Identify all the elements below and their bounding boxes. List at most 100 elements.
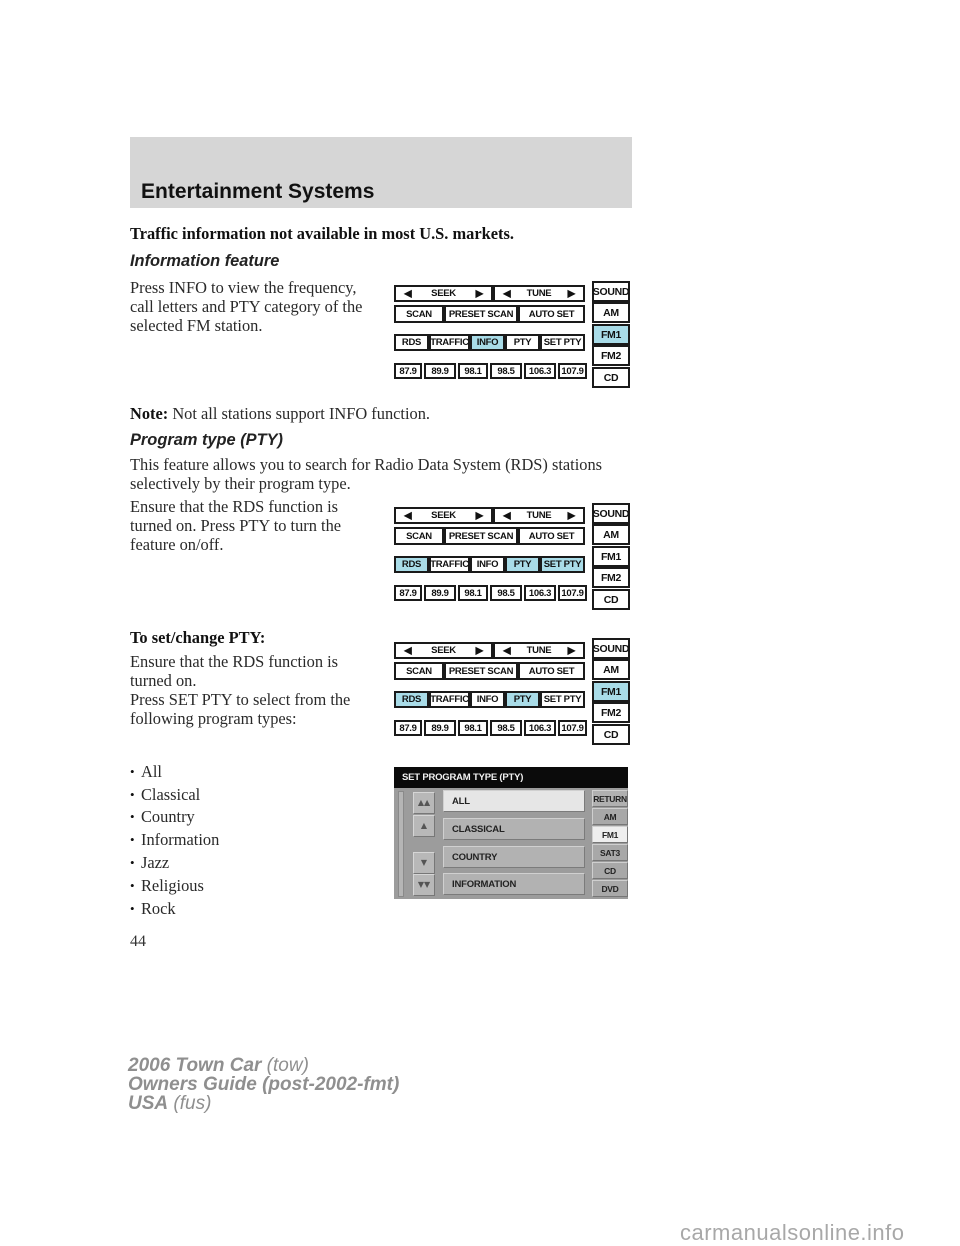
line-up-icon[interactable]: ▲ <box>413 815 435 837</box>
preset-button[interactable]: 98.5 <box>490 363 522 379</box>
arrow-left-icon[interactable]: ◀ <box>404 645 412 656</box>
preset-button[interactable]: 106.3 <box>524 363 556 379</box>
source-am-button[interactable]: AM <box>592 808 628 825</box>
rds-button[interactable]: RDS <box>394 334 429 351</box>
arrow-left-icon[interactable]: ◀ <box>404 288 412 299</box>
preset-button[interactable]: 98.5 <box>490 720 522 736</box>
source-am-button[interactable]: AM <box>592 302 630 323</box>
preset-button[interactable]: 98.1 <box>458 720 488 736</box>
source-cd-button[interactable]: CD <box>592 367 630 388</box>
preset-button[interactable]: 107.9 <box>558 720 587 736</box>
source-fm2-button[interactable]: FM2 <box>592 345 630 366</box>
traffic-button[interactable]: TRAFFIC <box>429 691 470 708</box>
arrow-left-icon[interactable]: ◀ <box>503 510 511 521</box>
page-down-icon[interactable]: ▼▼ <box>413 874 435 896</box>
preset-button[interactable]: 98.1 <box>458 585 488 601</box>
source-sound-button[interactable]: SOUND <box>592 638 630 659</box>
info-button[interactable]: INFO <box>470 691 505 708</box>
preset-button[interactable]: 106.3 <box>524 585 556 601</box>
set-pty-button[interactable]: SET PTY <box>540 556 585 573</box>
pty-button[interactable]: PTY <box>505 556 540 573</box>
preset-button-label: 98.1 <box>464 722 482 734</box>
list-item: • Rock <box>130 898 176 918</box>
preset-button[interactable]: 87.9 <box>394 720 422 736</box>
info-button[interactable]: INFO <box>470 556 505 573</box>
seek-button[interactable]: SEEK ◀ ▶ <box>394 642 493 659</box>
arrow-right-icon[interactable]: ▶ <box>568 510 576 521</box>
arrow-right-icon[interactable]: ▶ <box>476 645 484 656</box>
set-pty-button[interactable]: SET PTY <box>540 334 585 351</box>
source-fm2-button[interactable]: FM2 <box>592 702 630 723</box>
preset-scan-button[interactable]: PRESET SCAN <box>444 527 518 545</box>
bullet-icon: • <box>130 786 135 802</box>
source-fm1-button[interactable]: FM1 <box>592 681 630 702</box>
auto-set-button-label: AUTO SET <box>528 530 575 542</box>
source-dvd-button[interactable]: DVD <box>592 880 628 897</box>
source-fm2-button[interactable]: FM2 <box>592 567 630 588</box>
preset-scan-button[interactable]: PRESET SCAN <box>444 662 518 680</box>
arrow-right-icon[interactable]: ▶ <box>568 645 576 656</box>
pty-option-classical[interactable]: CLASSICAL <box>443 818 585 840</box>
preset-button[interactable]: 106.3 <box>524 720 556 736</box>
seek-button[interactable]: SEEK ◀ ▶ <box>394 507 493 524</box>
tune-button[interactable]: TUNE ◀ ▶ <box>493 507 585 524</box>
preset-button[interactable]: 87.9 <box>394 585 422 601</box>
preset-button[interactable]: 89.9 <box>424 585 456 601</box>
arrow-left-icon[interactable]: ◀ <box>503 645 511 656</box>
arrow-right-icon[interactable]: ▶ <box>568 288 576 299</box>
source-fm1-button[interactable]: FM1 <box>592 324 630 345</box>
source-fm1-button[interactable]: FM1 <box>592 546 630 567</box>
pty-option-country[interactable]: COUNTRY <box>443 846 585 868</box>
info-button[interactable]: INFO <box>470 334 505 351</box>
arrow-left-icon[interactable]: ◀ <box>503 288 511 299</box>
pty-button[interactable]: PTY <box>505 334 540 351</box>
traffic-button[interactable]: TRAFFIC <box>429 334 470 351</box>
source-cd-button[interactable]: CD <box>592 589 630 610</box>
pty-intro: This feature allows you to search for Ra… <box>130 455 603 493</box>
arrow-right-icon[interactable]: ▶ <box>476 288 484 299</box>
source-fm1-button[interactable]: FM1 <box>592 826 628 843</box>
arrow-right-icon[interactable]: ▶ <box>476 510 484 521</box>
preset-button[interactable]: 107.9 <box>558 585 587 601</box>
set-pty-button[interactable]: SET PTY <box>540 691 585 708</box>
pty-option-all[interactable]: ALL <box>443 790 585 812</box>
scan-button[interactable]: SCAN <box>394 527 444 545</box>
scan-button[interactable]: SCAN <box>394 662 444 680</box>
tune-button[interactable]: TUNE ◀ ▶ <box>493 642 585 659</box>
source-cd-button[interactable]: CD <box>592 862 628 879</box>
auto-set-button[interactable]: AUTO SET <box>518 527 585 545</box>
note-label: Note: <box>130 404 169 423</box>
preset-button-label: 89.9 <box>431 365 449 377</box>
auto-set-button[interactable]: AUTO SET <box>518 305 585 323</box>
seek-button[interactable]: SEEK ◀ ▶ <box>394 285 493 302</box>
rds-button[interactable]: RDS <box>394 691 429 708</box>
auto-set-button[interactable]: AUTO SET <box>518 662 585 680</box>
preset-button[interactable]: 89.9 <box>424 363 456 379</box>
rds-button[interactable]: RDS <box>394 556 429 573</box>
line-down-icon[interactable]: ▼ <box>413 852 435 874</box>
preset-button[interactable]: 89.9 <box>424 720 456 736</box>
list-item: • All <box>130 761 162 781</box>
scrollbar[interactable] <box>398 791 404 897</box>
preset-button[interactable]: 98.1 <box>458 363 488 379</box>
pty-button[interactable]: PTY <box>505 691 540 708</box>
tune-button[interactable]: TUNE ◀ ▶ <box>493 285 585 302</box>
preset-button[interactable]: 87.9 <box>394 363 422 379</box>
source-sound-button[interactable]: SOUND <box>592 281 630 302</box>
traffic-button[interactable]: TRAFFIC <box>429 556 470 573</box>
source-sat3-button[interactable]: SAT3 <box>592 844 628 861</box>
set-pty-button-label: SET PTY <box>543 559 582 570</box>
source-cd-button[interactable]: CD <box>592 724 630 745</box>
source-am-button[interactable]: AM <box>592 524 630 545</box>
scan-button[interactable]: SCAN <box>394 305 444 323</box>
preset-button[interactable]: 107.9 <box>558 363 587 379</box>
return-button[interactable]: RETURN <box>592 790 628 807</box>
page-up-icon[interactable]: ▲▲ <box>413 792 435 814</box>
source-sound-button[interactable]: SOUND <box>592 503 630 524</box>
pty-option-information[interactable]: INFORMATION <box>443 873 585 895</box>
arrow-left-icon[interactable]: ◀ <box>404 510 412 521</box>
source-am-button[interactable]: AM <box>592 659 630 680</box>
pty-ensure-text: Ensure that the RDS function is turned o… <box>130 497 342 554</box>
preset-scan-button[interactable]: PRESET SCAN <box>444 305 518 323</box>
preset-button[interactable]: 98.5 <box>490 585 522 601</box>
